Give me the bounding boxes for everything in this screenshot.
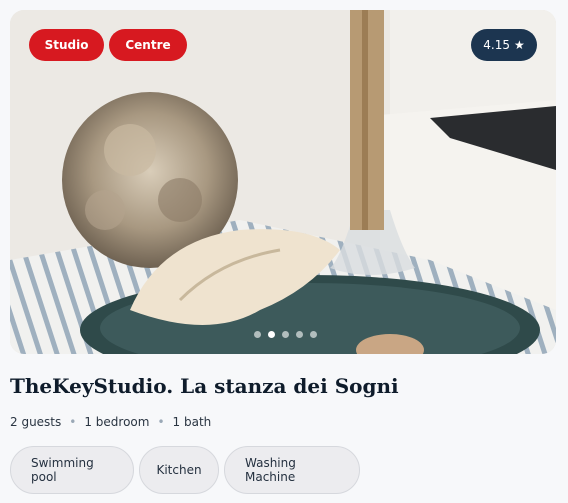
carousel-dot[interactable] (282, 331, 289, 338)
listing-photo[interactable] (10, 10, 556, 354)
guests-count: 2 guests (10, 415, 62, 429)
bedroom-count: 1 bedroom (84, 415, 150, 429)
photo-illustration (10, 10, 556, 354)
amenity-chip-swimming-pool[interactable]: Swimming pool (10, 446, 134, 494)
carousel-dot[interactable] (254, 331, 261, 338)
star-icon: ★ (513, 38, 525, 52)
badge-centre: Centre (109, 29, 187, 61)
separator-dot: • (157, 415, 165, 429)
bath-count: 1 bath (172, 415, 212, 429)
carousel-dot[interactable] (296, 331, 303, 338)
separator-dot: • (69, 415, 77, 429)
amenity-chip-kitchen[interactable]: Kitchen (139, 446, 219, 494)
amenity-list: Swimming pool Kitchen Washing Machine (10, 446, 360, 494)
badge-studio: Studio (29, 29, 104, 61)
rating-badge: 4.15 ★ (471, 29, 537, 61)
carousel-dot-active[interactable] (268, 331, 275, 338)
listing-title[interactable]: TheKeyStudio. La stanza dei Sogni (10, 374, 399, 398)
carousel-dot[interactable] (310, 331, 317, 338)
listing-specs: 2 guests • 1 bedroom • 1 bath (10, 415, 211, 429)
carousel-dots[interactable] (254, 331, 317, 338)
listing-card[interactable]: Studio Centre 4.15 ★ TheKeyStudio. La st… (0, 0, 568, 503)
amenity-chip-washing-machine[interactable]: Washing Machine (224, 446, 360, 494)
rating-value: 4.15 (483, 38, 510, 52)
